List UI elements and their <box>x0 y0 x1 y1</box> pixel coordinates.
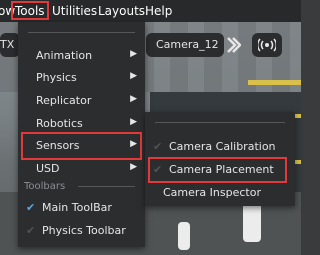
tools-menu: Animation ▶ Physics ▶ Replicator ▶ Robot… <box>18 22 145 247</box>
camera-placement-highlight-box <box>148 157 287 183</box>
submenu-arrow-icon: ▶ <box>130 94 137 104</box>
toolbar-left-fragment: TX <box>0 38 15 51</box>
menu-item-camera-inspector[interactable]: Camera Inspector <box>145 182 295 204</box>
broadcast-button[interactable] <box>252 33 282 57</box>
menu-item-animation[interactable]: Animation ▶ <box>18 45 145 67</box>
menu-item-label: Camera Inspector <box>163 186 261 199</box>
menu-item-main-toolbar[interactable]: ✔ Main ToolBar <box>18 197 145 219</box>
shelf-beam <box>248 80 301 85</box>
menu-item-label: Animation <box>36 49 93 62</box>
menu-item-replicator[interactable]: Replicator ▶ <box>18 90 145 112</box>
submenu-arrow-icon: ▶ <box>130 117 137 127</box>
menu-item-label: Physics <box>36 71 77 84</box>
tools-highlight-box <box>11 1 49 20</box>
menu-separator <box>78 186 135 187</box>
broadcast-icon <box>258 38 276 52</box>
chevron-right-icon[interactable] <box>225 36 241 54</box>
sensors-highlight-box <box>21 132 142 160</box>
sensors-submenu: ✔ Camera Calibration ✔ Camera Placement … <box>145 112 295 206</box>
menu-help[interactable]: Help <box>145 4 172 18</box>
menu-item-label: USD <box>36 162 60 175</box>
worker-figure <box>178 222 190 250</box>
viewport-toolbar-left[interactable]: TX <box>0 33 20 57</box>
menu-item-physics[interactable]: Physics ▶ <box>18 67 145 89</box>
checkmark-icon: ✔ <box>26 201 36 214</box>
menu-utilities[interactable]: Utilities <box>52 4 97 18</box>
submenu-arrow-icon: ▶ <box>130 71 137 81</box>
menu-item-label: Main ToolBar <box>42 201 112 214</box>
menu-item-label: Robotics <box>36 117 83 130</box>
menu-separator <box>155 122 285 123</box>
checkmark-icon: ✔ <box>26 224 36 237</box>
menu-item-usd[interactable]: USD ▶ <box>18 158 145 180</box>
checkmark-icon: ✔ <box>153 140 163 153</box>
camera-label: Camera_12 <box>156 38 219 51</box>
submenu-arrow-icon: ▶ <box>130 49 137 59</box>
menu-item-label: Physics Toolbar <box>42 224 126 237</box>
submenu-arrow-icon: ▶ <box>130 162 137 172</box>
toolbars-section-title: Toolbars <box>24 181 66 192</box>
menu-bar: ow Tools Utilities Layouts Help <box>0 0 301 22</box>
menu-layouts[interactable]: Layouts <box>98 4 145 18</box>
menu-item-physics-toolbar[interactable]: ✔ Physics Toolbar <box>18 220 145 242</box>
menu-separator <box>28 32 135 33</box>
menu-item-camera-calibration[interactable]: ✔ Camera Calibration <box>145 136 295 158</box>
menu-item-label: Replicator <box>36 94 92 107</box>
camera-selector[interactable]: Camera_12 <box>146 33 224 57</box>
worker-figure <box>243 202 261 242</box>
menu-item-label: Camera Calibration <box>169 140 276 153</box>
